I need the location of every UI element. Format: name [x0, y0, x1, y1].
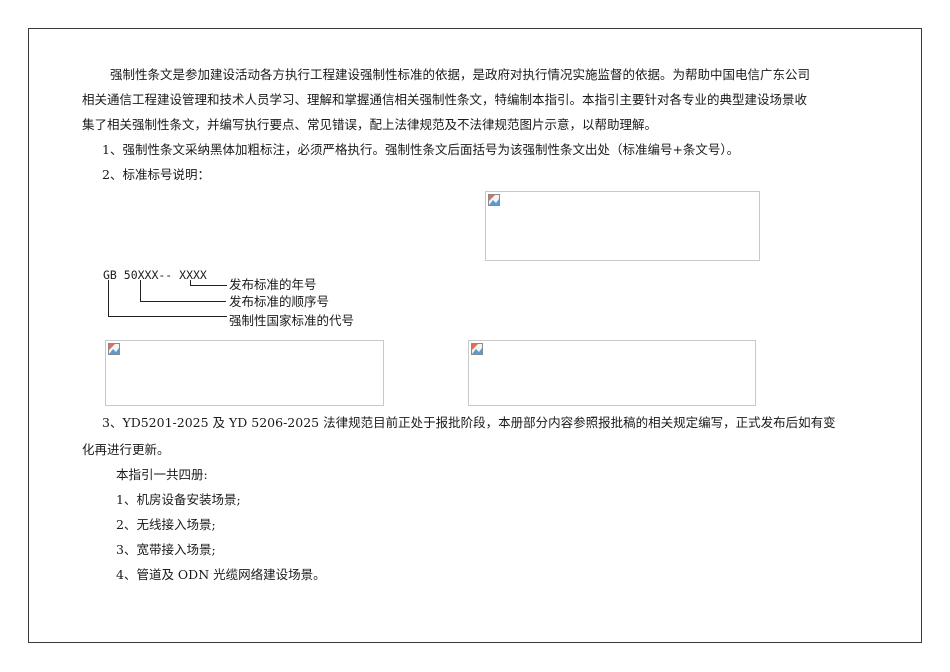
connector-code	[108, 280, 227, 317]
rule-item-3-line-1: 3、YD5201-2025 及 YD 5206-2025 法律规范目前正处于报批…	[102, 415, 836, 430]
image-placeholder	[485, 191, 760, 261]
volume-item: 1、机房设备安装场景;	[116, 492, 241, 507]
rule-item-1: 1、强制性条文采纳黑体加粗标注，必须严格执行。强制性条文后面括号为该强制性条文出…	[102, 142, 740, 157]
image-placeholder	[468, 340, 756, 406]
intro-line-2: 相关通信工程建设管理和技术人员学习、理解和掌握通信相关强制性条文，特编制本指引。…	[82, 92, 808, 107]
label-sequence: 发布标准的顺序号	[229, 294, 330, 309]
intro-line-1: 强制性条文是参加建设活动各方执行工程建设强制性标准的依据，是政府对执行情况实施监…	[110, 67, 811, 82]
broken-image-icon	[488, 194, 500, 206]
broken-image-icon	[108, 343, 120, 355]
label-year: 发布标准的年号	[229, 277, 317, 292]
image-placeholder	[105, 340, 384, 406]
broken-image-icon	[471, 343, 483, 355]
rule-item-3-line-2: 化再进行更新。	[82, 442, 170, 457]
label-code: 强制性国家标准的代号	[229, 313, 355, 328]
intro-line-3: 集了相关强制性条文，并编写执行要点、常见错误，配上法律规范及不法律规范图片示意，…	[82, 117, 658, 132]
volumes-title: 本指引一共四册:	[116, 467, 208, 482]
volume-item: 2、无线接入场景;	[116, 517, 216, 532]
rule-item-2: 2、标准标号说明：	[102, 167, 210, 182]
volume-item: 4、管道及 ODN 光缆网络建设场景。	[116, 567, 326, 582]
volume-item: 3、宽带接入场景;	[116, 542, 216, 557]
